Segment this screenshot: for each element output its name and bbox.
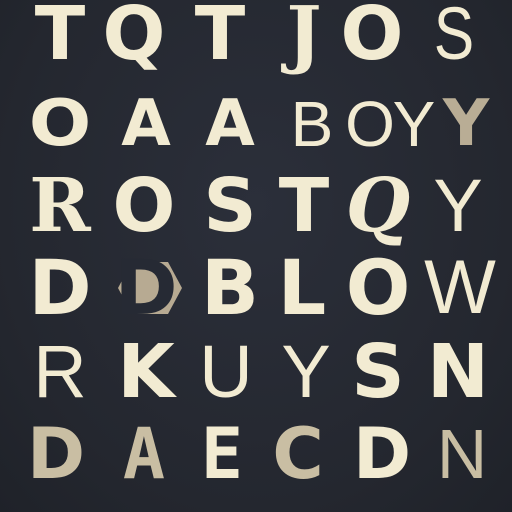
letter-glyph: S	[203, 163, 257, 249]
letter-glyph: N	[436, 415, 488, 493]
letter-glyph: Y	[442, 87, 490, 161]
letter-row-5: R K U Y S N	[0, 332, 512, 412]
letter-glyph: J	[286, 0, 322, 77]
letter-glyph: Y	[433, 164, 483, 247]
letter-glyph: B	[201, 243, 259, 332]
letter-glyph: S	[433, 0, 475, 75]
letter-glyph: D	[26, 413, 86, 495]
letter-glyph: O	[112, 163, 176, 249]
letter-glyph: Q	[102, 0, 166, 77]
letter-glyph: O	[28, 87, 92, 161]
letter-glyph: E	[200, 413, 244, 495]
letter-glyph: D	[352, 413, 412, 495]
letter-glyph: T	[278, 163, 330, 249]
letter-glyph: R	[29, 163, 91, 249]
letter-glyph: U	[199, 330, 253, 413]
letter-glyph: L	[277, 243, 327, 332]
letter-glyph: T	[34, 0, 86, 77]
letter-glyph: T	[194, 0, 246, 77]
letter-specimen-board: T Q T J O S O A A B O Y Y R O S T Q Y D …	[0, 0, 512, 512]
letter-glyph: N	[427, 329, 489, 415]
letter-glyph: A	[121, 87, 171, 161]
letter-row-1: T Q T J O S	[0, 0, 512, 74]
letter-glyph: A	[205, 87, 255, 161]
letter-glyph: W	[424, 245, 496, 330]
letter-row-6: D A E C D N	[0, 414, 512, 494]
letter-glyph: R	[33, 330, 87, 413]
letter-glyph: C	[272, 413, 324, 495]
letter-glyph: O	[340, 0, 404, 77]
letter-glyph: D	[114, 243, 178, 332]
letter-glyph: Q	[345, 163, 411, 249]
letter-row-4: D D B L O W	[0, 248, 512, 328]
letter-glyph: D	[28, 243, 92, 332]
letter-glyph: Y	[281, 330, 331, 413]
letter-row-3: R O S T Q Y	[0, 166, 512, 246]
letter-glyph: S	[351, 329, 405, 415]
letter-glyph: A	[122, 413, 166, 495]
letter-glyph: O	[345, 243, 411, 332]
letter-row-2: O A A B O Y Y	[0, 84, 512, 164]
letter-glyph: K	[117, 329, 175, 415]
